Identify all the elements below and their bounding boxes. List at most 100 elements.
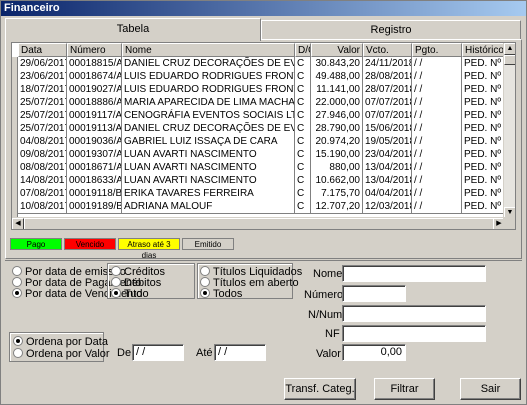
cell-valor: 30.843,20 <box>311 57 363 71</box>
column-header-nome[interactable]: Nome <box>122 43 295 57</box>
de-date-input[interactable]: / / <box>132 344 184 361</box>
cell-nome: MARIA APARECIDA DE LIMA MACHADO Z <box>122 96 295 110</box>
cell-vcto: 28/08/2018 <box>363 70 412 84</box>
cell-valor: 27.946,00 <box>311 109 363 123</box>
cell-data: 25/07/2017 <box>18 109 67 123</box>
cell-historico: PED. Nº 0 <box>462 135 505 149</box>
table-row[interactable]: 25/07/2017 00019113/A DANIEL CRUZ DECORAÇÕ… <box>12 122 505 136</box>
cell-nome: CENOGRÁFIA EVENTOS SOCIAIS LTDA <box>122 109 295 123</box>
cell-data: 09/08/2017 <box>18 148 67 162</box>
table-row[interactable]: 25/07/2017 00018886/A MARIA APARECIDA DE L… <box>12 96 505 110</box>
table-row[interactable]: 18/07/2017 00019027/A LUIS EDUARDO RODRIGU… <box>12 83 505 97</box>
cell-numero: 00019117/A <box>67 109 122 123</box>
cell-data: 10/08/2017 <box>18 200 67 214</box>
nnum-input[interactable] <box>342 305 486 322</box>
financeiro-window: Financeiro Tabela Registro Data Número N… <box>0 0 527 405</box>
radio-tudo-label: Tudo <box>124 288 149 300</box>
table-row[interactable]: 04/08/2017 00019036/A GABRIEL LUIZ ISSAÇA … <box>12 135 505 149</box>
tab-registro[interactable]: Registro <box>261 20 521 40</box>
nf-label: NF <box>325 328 340 340</box>
cell-historico: PED. Nº 0 <box>462 200 505 214</box>
cell-nome: LUAN AVARTI NASCIMENTO <box>122 174 295 188</box>
window-title: Financeiro <box>1 1 526 16</box>
cell-valor: 7.175,70 <box>311 187 363 201</box>
cell-historico: PED. Nº 0 <box>462 96 505 110</box>
table-row[interactable]: 08/08/2017 00018671/A LUAN AVARTI NASCIMEN… <box>12 161 505 175</box>
ate-label: Até <box>196 347 213 359</box>
cell-nome: DANIEL CRUZ DECORAÇÕES DE EVENT <box>122 57 295 71</box>
cell-data: 25/07/2017 <box>18 96 67 110</box>
cell-numero: 00019118/B <box>67 187 122 201</box>
table-row[interactable]: 07/08/2017 00019118/B ERIKA TAVARES FERREI… <box>12 187 505 201</box>
column-header-data[interactable]: Data <box>18 43 67 57</box>
column-header-dc[interactable]: D/C <box>295 43 311 57</box>
cell-vcto: 24/11/2018 <box>363 57 412 71</box>
radio-liquidados-icon <box>200 266 210 276</box>
table-row[interactable]: 14/08/2017 00018633/A LUAN AVARTI NASCIMEN… <box>12 174 505 188</box>
scroll-up-icon[interactable]: ▲ <box>504 43 515 55</box>
cell-nome: DANIEL CRUZ DECORAÇÕES DE EVENT <box>122 122 295 136</box>
valor-input[interactable]: 0,00 <box>342 344 406 361</box>
table-row[interactable]: 29/06/2017 00018815/A DANIEL CRUZ DECORAÇÕ… <box>12 57 505 71</box>
radio-ordena-por-valor[interactable]: Ordena por Valor <box>13 348 110 360</box>
filtrar-button[interactable]: Filtrar <box>374 378 435 400</box>
cell-numero: 00019036/A <box>67 135 122 149</box>
cell-valor: 15.190,00 <box>311 148 363 162</box>
cell-historico: PED. Nº 0 <box>462 109 505 123</box>
transf-categ-button[interactable]: Transf. Categ. <box>284 378 356 400</box>
vertical-scrollbar[interactable]: ▲ ▼ <box>503 43 515 219</box>
cell-numero: 00018886/A <box>67 96 122 110</box>
table-row[interactable]: 23/06/2017 00018674/A LUIS EDUARDO RODRIGU… <box>12 70 505 84</box>
sair-button[interactable]: Sair <box>460 378 521 400</box>
cell-numero: 00018815/A <box>67 57 122 71</box>
numero-input[interactable] <box>342 285 406 302</box>
cell-vcto: 13/04/2018 <box>363 161 412 175</box>
nome-input[interactable] <box>342 265 486 282</box>
radio-vencimento-icon <box>12 288 22 298</box>
horizontal-scroll-thumb[interactable] <box>24 218 494 229</box>
cell-nome: LUAN AVARTI NASCIMENTO <box>122 148 295 162</box>
cell-valor: 12.707,20 <box>311 200 363 214</box>
legend-pago: Pago <box>10 238 62 250</box>
column-header-pgto[interactable]: Pgto. <box>412 43 462 57</box>
cell-pgto: / / <box>412 109 462 123</box>
column-header-numero[interactable]: Número <box>67 43 122 57</box>
radio-em-aberto-icon <box>200 277 210 287</box>
radio-pagamento-icon <box>12 277 22 287</box>
column-header-historico[interactable]: Histórico <box>462 43 505 57</box>
table-row[interactable]: 09/08/2017 00019307/A LUAN AVARTI NASCIMEN… <box>12 148 505 162</box>
cell-pgto: / / <box>412 122 462 136</box>
cell-valor: 22.000,00 <box>311 96 363 110</box>
cell-pgto: / / <box>412 174 462 188</box>
cell-dc: C <box>295 70 311 84</box>
records-grid[interactable]: Data Número Nome D/C Valor Vcto. Pgto. H… <box>11 42 516 230</box>
horizontal-scrollbar[interactable]: ◀ ▶ <box>12 217 505 229</box>
cell-data: 08/08/2017 <box>18 161 67 175</box>
ate-date-input[interactable]: / / <box>214 344 266 361</box>
de-label: De <box>117 347 132 359</box>
nome-label: Nome <box>313 268 343 280</box>
radio-ordena-por-data[interactable]: Ordena por Data <box>13 336 108 348</box>
table-row[interactable]: 25/07/2017 00019117/A CENOGRÁFIA EVENTOS S… <box>12 109 505 123</box>
cell-dc: C <box>295 96 311 110</box>
radio-tudo[interactable]: Tudo <box>111 288 149 300</box>
radio-todos[interactable]: Todos <box>200 288 242 300</box>
cell-pgto: / / <box>412 135 462 149</box>
tab-tabela[interactable]: Tabela <box>5 18 261 41</box>
cell-valor: 10.662,00 <box>311 174 363 188</box>
cell-numero: 00019027/A <box>67 83 122 97</box>
numero-label: Número <box>304 289 344 301</box>
vertical-scroll-thumb[interactable] <box>504 55 515 65</box>
table-row[interactable]: 10/08/2017 00019189/B ADRIANA MALOUF C 12.70… <box>12 200 505 214</box>
column-header-vcto[interactable]: Vcto. <box>363 43 412 57</box>
radio-ordena-valor-icon <box>13 348 23 358</box>
scroll-left-icon[interactable]: ◀ <box>12 218 24 229</box>
cell-dc: C <box>295 187 311 201</box>
radio-ordena-data-icon <box>13 336 23 346</box>
radio-tudo-icon <box>111 288 121 298</box>
cell-pgto: / / <box>412 96 462 110</box>
radio-creditos-icon <box>111 266 121 276</box>
cell-pgto: / / <box>412 70 462 84</box>
nf-input[interactable] <box>342 325 486 342</box>
column-header-valor[interactable]: Valor <box>311 43 363 57</box>
